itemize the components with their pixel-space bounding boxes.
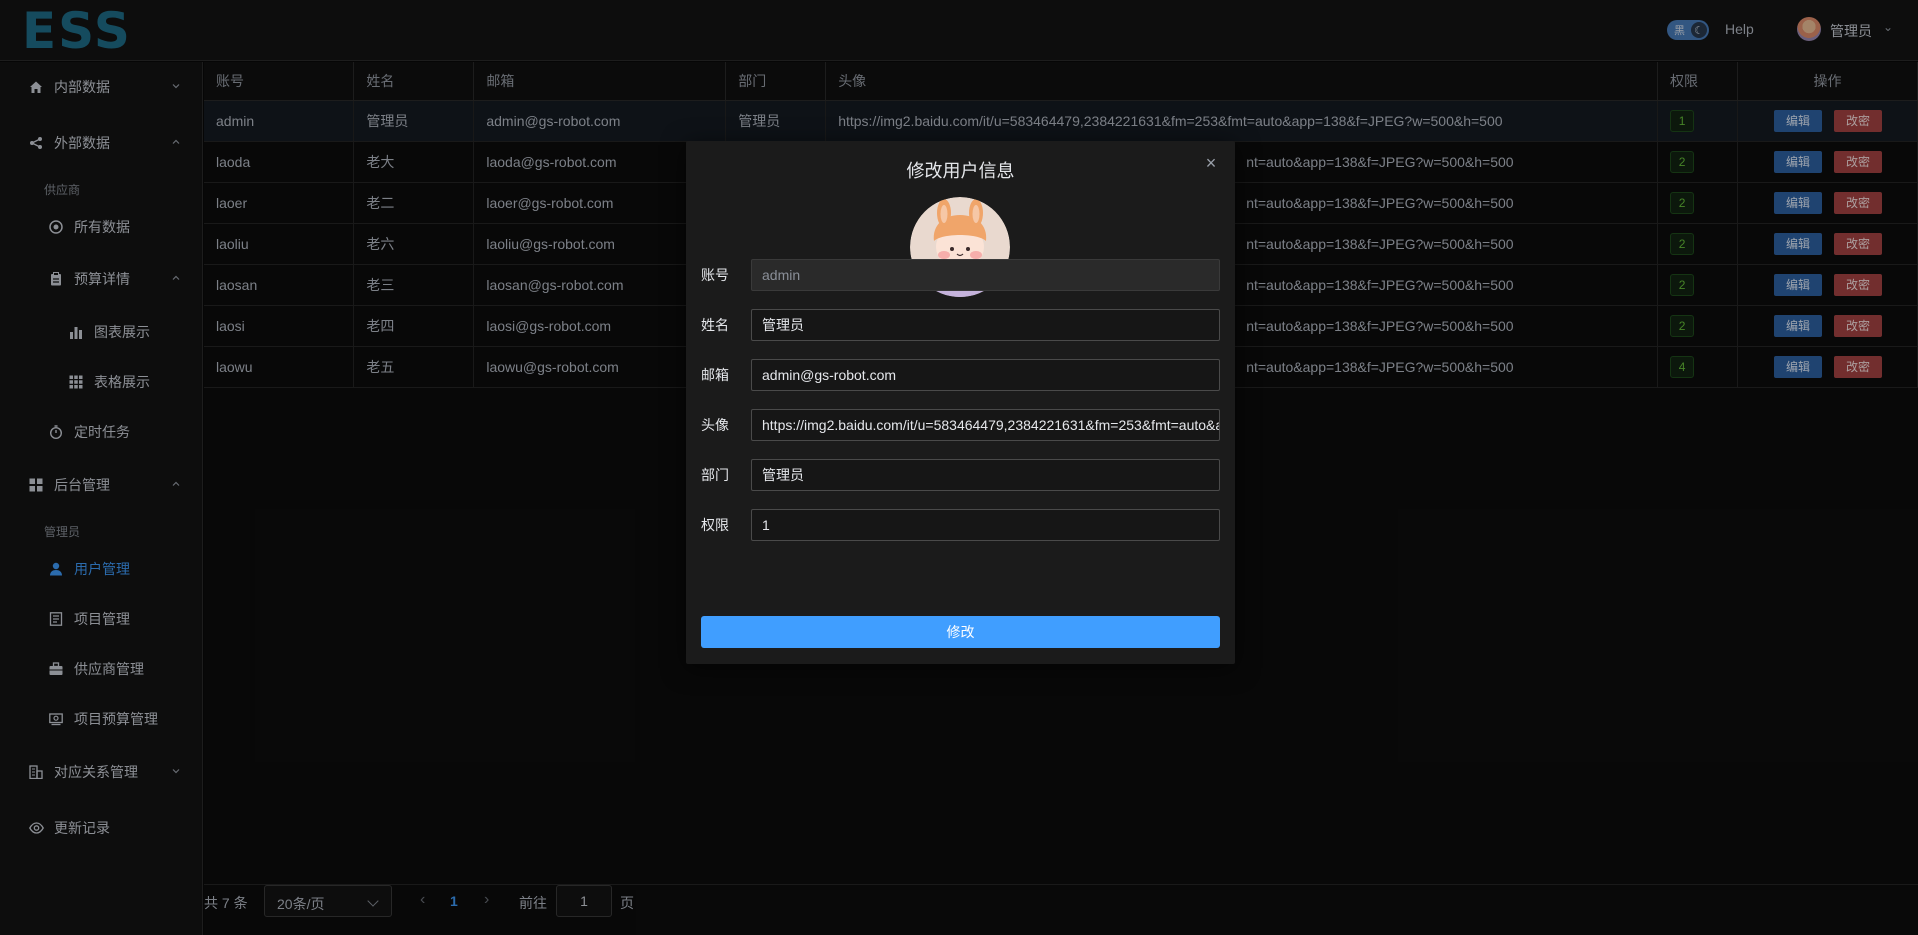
permission-field[interactable]: [751, 509, 1220, 541]
permission-label: 权限: [701, 517, 729, 533]
avatar-label: 头像: [701, 417, 729, 433]
name-label: 姓名: [701, 317, 729, 333]
close-icon[interactable]: ×: [1203, 154, 1219, 172]
name-field[interactable]: [751, 309, 1220, 341]
avatar-url-field[interactable]: [751, 409, 1220, 441]
submit-button[interactable]: 修改: [701, 616, 1220, 648]
email-label: 邮箱: [701, 367, 729, 383]
edit-user-dialog: 修改用户信息 × 账号 姓名 邮箱 头像 部门 权限 修改: [686, 141, 1235, 664]
account-label: 账号: [701, 267, 729, 283]
dialog-title: 修改用户信息: [906, 161, 1015, 181]
email-field[interactable]: [751, 359, 1220, 391]
department-label: 部门: [701, 467, 729, 483]
department-field[interactable]: [751, 459, 1220, 491]
account-field[interactable]: [751, 259, 1220, 291]
